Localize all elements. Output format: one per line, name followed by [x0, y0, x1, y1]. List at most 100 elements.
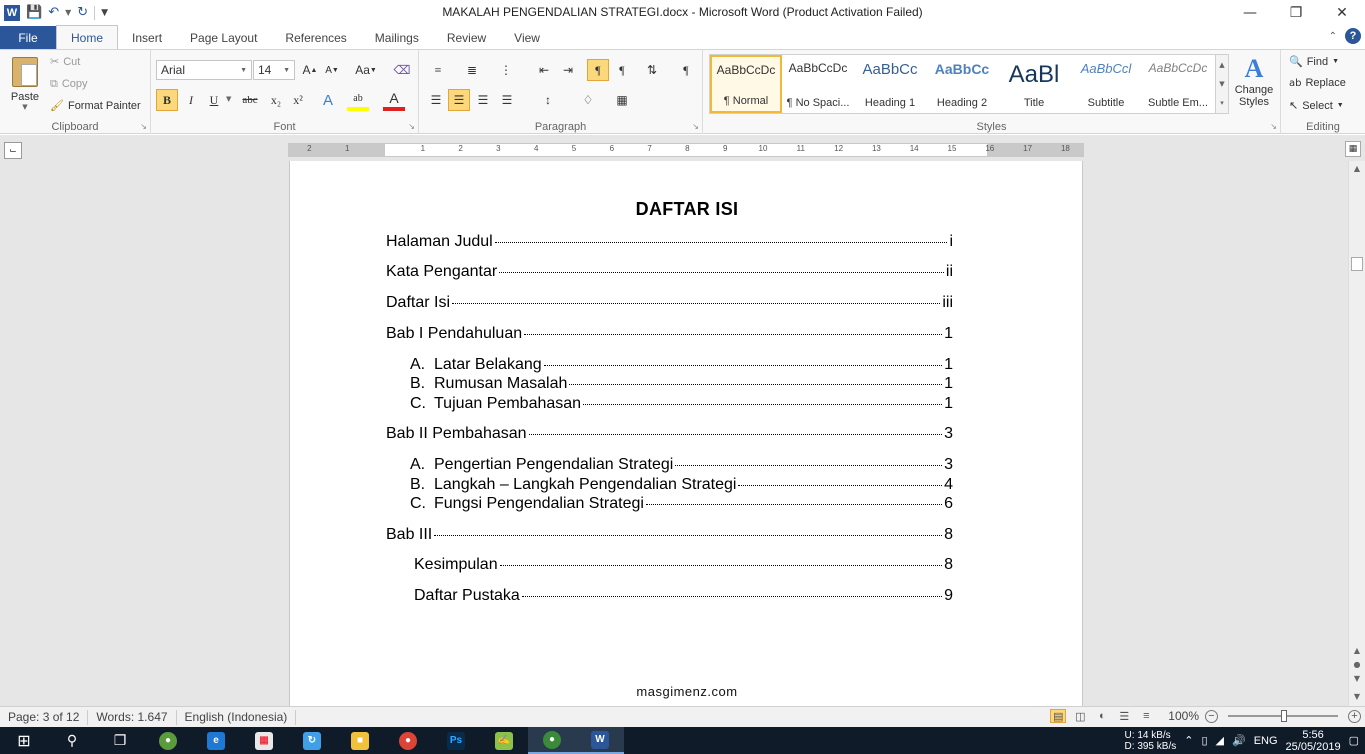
- shrink-font-button[interactable]: A ▼: [321, 59, 343, 81]
- style-no-spacing[interactable]: AaBbCcDc ¶ No Spaci...: [782, 55, 854, 113]
- search-icon[interactable]: ⚲: [48, 727, 96, 754]
- page[interactable]: DAFTAR ISI Halaman Judul i Kata Pengantar i…: [289, 161, 1083, 706]
- close-button[interactable]: ✕: [1319, 0, 1365, 25]
- clear-formatting-icon[interactable]: ⌫: [391, 59, 413, 81]
- style-subtle-emphasis[interactable]: AaBbCcDc Subtle Em...: [1142, 55, 1214, 113]
- toc-entry[interactable]: Daftar Pustaka 9: [414, 587, 953, 607]
- bullets-icon[interactable]: ≡: [427, 59, 449, 81]
- find-button[interactable]: 🔍 Find ▼: [1289, 55, 1339, 68]
- change-styles-button[interactable]: A Change Styles: [1231, 54, 1277, 116]
- toc-entry[interactable]: Bab III 8: [386, 526, 953, 546]
- store-icon[interactable]: ▦: [240, 727, 288, 754]
- select-browse-object-icon[interactable]: ●: [1349, 657, 1365, 671]
- style-subtitle[interactable]: AaBbCcl Subtitle: [1070, 55, 1142, 113]
- word-taskbar-icon[interactable]: W: [576, 727, 624, 754]
- task-view-icon[interactable]: ❐: [96, 727, 144, 754]
- edge-browser-icon[interactable]: e: [192, 727, 240, 754]
- decrease-indent-icon[interactable]: ⇤: [533, 59, 555, 81]
- vertical-scrollbar[interactable]: ▲ ▲ ● ▼ ▼: [1348, 161, 1365, 706]
- font-size-select[interactable]: 14 ▼: [253, 60, 295, 80]
- dialog-launcher-icon[interactable]: ↘: [1270, 122, 1277, 131]
- scroll-down-icon[interactable]: ▼: [1349, 671, 1365, 685]
- dialog-launcher-icon[interactable]: ↘: [140, 122, 147, 131]
- minimize-button[interactable]: —: [1227, 0, 1273, 25]
- align-right-icon[interactable]: ☰: [472, 89, 494, 111]
- styles-scroll[interactable]: ▲ ▼ ▾: [1215, 54, 1229, 114]
- grow-font-button[interactable]: A ▲: [299, 59, 321, 81]
- more-icon[interactable]: ▾: [1220, 99, 1224, 107]
- chevron-up-icon[interactable]: ⌃: [1184, 734, 1193, 747]
- numbering-icon[interactable]: ≣: [461, 59, 483, 81]
- tab-page-layout[interactable]: Page Layout: [176, 26, 271, 49]
- minimize-ribbon-icon[interactable]: ⌃: [1329, 31, 1337, 42]
- horizontal-ruler[interactable]: 2 1 1 2 3 4 5 6 7 8 9 10 11 12 13 14 15 16 17 18: [288, 143, 1084, 157]
- chevron-down-icon[interactable]: ▼: [65, 8, 71, 17]
- paste-button[interactable]: Paste ▼: [6, 54, 44, 114]
- toc-entry[interactable]: Daftar Isi iii: [386, 294, 953, 314]
- toc-entry[interactable]: Bab I Pendahuluan 1: [386, 325, 953, 345]
- zoom-slider-knob[interactable]: [1281, 710, 1287, 722]
- tab-home[interactable]: Home: [56, 25, 119, 49]
- web-layout-icon[interactable]: ◐: [1094, 709, 1110, 723]
- bold-button[interactable]: B: [156, 89, 178, 111]
- show-formatting-icon[interactable]: ¶: [675, 59, 697, 81]
- tab-view[interactable]: View: [500, 26, 554, 49]
- zoom-level[interactable]: 100%: [1168, 709, 1199, 723]
- text-effects-icon[interactable]: A: [317, 89, 339, 111]
- style-title[interactable]: AaBl Title: [998, 55, 1070, 113]
- customize-toolbar-icon[interactable]: ▼: [101, 8, 108, 18]
- clock[interactable]: 5:56 25/05/2019: [1286, 729, 1341, 753]
- tab-insert[interactable]: Insert: [118, 26, 176, 49]
- subscript-button[interactable]: x₂: [265, 89, 287, 111]
- language-status[interactable]: English (Indonesia): [177, 709, 297, 725]
- toc-entry[interactable]: Bab II Pembahasan 3: [386, 425, 953, 445]
- view-ruler-icon[interactable]: ▦: [1345, 141, 1361, 157]
- tab-selector[interactable]: ⌙: [4, 142, 22, 159]
- toc-entry[interactable]: B. Langkah – Langkah Pengendalian Strateg…: [410, 476, 953, 496]
- notepad-icon[interactable]: ✍: [480, 727, 528, 754]
- style-normal[interactable]: AaBbCcDc ¶ Normal: [710, 55, 782, 113]
- tab-review[interactable]: Review: [433, 26, 500, 49]
- word-count[interactable]: Words: 1.647: [88, 709, 177, 725]
- toc-entry[interactable]: B. Rumusan Masalah 1: [410, 375, 953, 395]
- style-heading-1[interactable]: AaBbCc Heading 1: [854, 55, 926, 113]
- scroll-up-icon[interactable]: ▲: [1349, 643, 1365, 657]
- file-explorer-icon[interactable]: ■: [336, 727, 384, 754]
- tab-mailings[interactable]: Mailings: [361, 26, 433, 49]
- justify-icon[interactable]: ☰: [496, 89, 518, 111]
- zoom-out-icon[interactable]: −: [1205, 709, 1218, 723]
- scroll-thumb[interactable]: [1351, 257, 1363, 271]
- undo-icon[interactable]: ↶: [48, 5, 59, 20]
- notification-icon[interactable]: ▢: [1349, 734, 1359, 747]
- strikethrough-button[interactable]: abc: [237, 89, 263, 111]
- dialog-launcher-icon[interactable]: ↘: [692, 122, 699, 131]
- print-layout-icon[interactable]: ▤: [1050, 709, 1067, 723]
- change-case-button[interactable]: Aa ▼: [351, 59, 381, 81]
- align-center-icon[interactable]: ☰: [448, 89, 470, 111]
- format-painter-button[interactable]: 🖌 Format Painter: [50, 99, 141, 112]
- italic-button[interactable]: I: [180, 89, 202, 111]
- full-screen-reading-icon[interactable]: ◫: [1072, 709, 1088, 723]
- align-left-icon[interactable]: ☰: [425, 89, 447, 111]
- chevron-up-icon[interactable]: ▲: [1219, 61, 1224, 69]
- photoshop-icon[interactable]: Ps: [432, 727, 480, 754]
- sort-icon[interactable]: ⇅: [641, 59, 663, 81]
- help-icon[interactable]: ?: [1345, 28, 1361, 44]
- volume-icon[interactable]: 🔊: [1232, 734, 1246, 747]
- redo-icon[interactable]: ↻: [77, 5, 88, 20]
- save-icon[interactable]: 💾: [26, 5, 42, 20]
- globe-app-icon[interactable]: ●: [528, 727, 576, 754]
- toc-entry[interactable]: A. Pengertian Pengendalian Strategi 3: [410, 456, 953, 476]
- scroll-down-icon[interactable]: ▼: [1349, 689, 1365, 703]
- left-to-right-icon[interactable]: ¶: [587, 59, 609, 81]
- tab-references[interactable]: References: [271, 26, 360, 49]
- toc-entry[interactable]: C. Fungsi Pengendalian Strategi 6: [410, 495, 953, 515]
- word-app-icon[interactable]: W: [4, 4, 20, 21]
- zoom-slider[interactable]: [1228, 710, 1338, 722]
- toc-entry[interactable]: C. Tujuan Pembahasan 1: [410, 395, 953, 415]
- select-button[interactable]: ↖ Select ▼: [1289, 99, 1344, 112]
- zoom-in-icon[interactable]: +: [1348, 709, 1361, 723]
- outline-icon[interactable]: ☰: [1116, 709, 1132, 723]
- style-heading-2[interactable]: AaBbCc Heading 2: [926, 55, 998, 113]
- font-family-select[interactable]: Arial ▼: [156, 60, 252, 80]
